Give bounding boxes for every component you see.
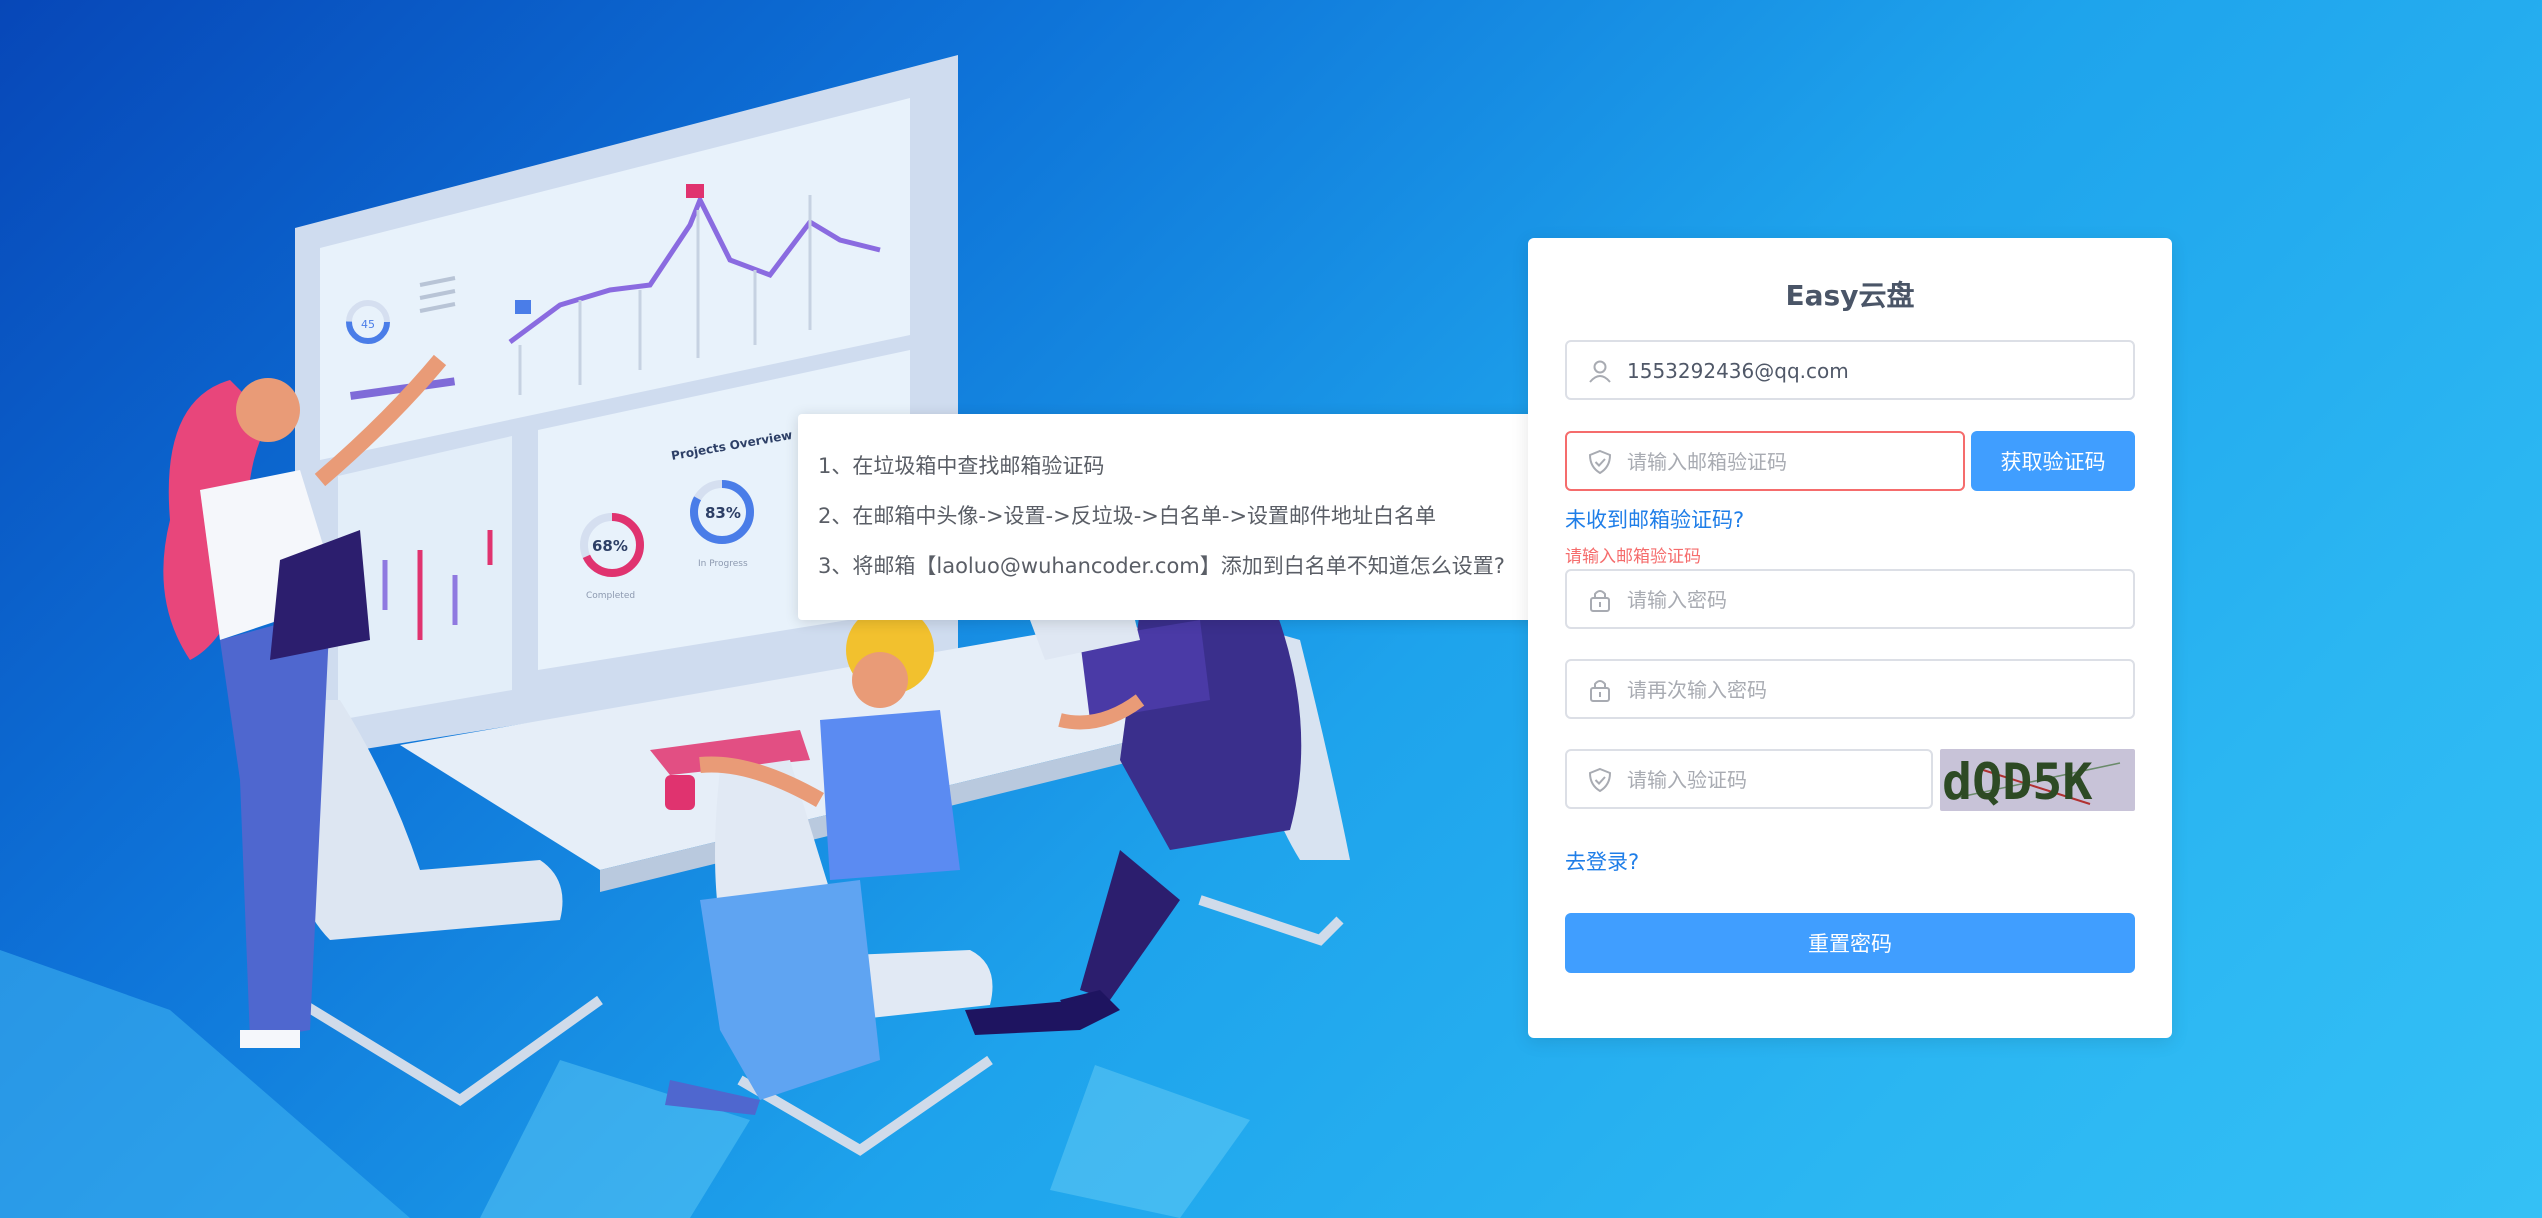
email-code-error: 请输入邮箱验证码 xyxy=(1565,547,1701,567)
captcha-input[interactable] xyxy=(1625,751,1917,809)
no-code-link[interactable]: 未收到邮箱验证码? xyxy=(1565,504,1744,534)
password-field[interactable] xyxy=(1565,569,2135,629)
donut-2-value: 83% xyxy=(705,504,741,522)
go-login-link[interactable]: 去登录? xyxy=(1565,846,1639,876)
donut-1-value: 68% xyxy=(592,537,628,555)
reset-password-card: Easy云盘 获取验证码 未收到邮箱验证码? 请输入邮箱验证码 xyxy=(1528,238,2172,1038)
password-input[interactable] xyxy=(1625,571,2119,629)
get-code-button[interactable]: 获取验证码 xyxy=(1971,431,2135,491)
donut-2-caption: In Progress xyxy=(698,559,748,569)
app-title: Easy云盘 xyxy=(1785,279,1915,312)
password-confirm-field[interactable] xyxy=(1565,659,2135,719)
email-code-input[interactable] xyxy=(1625,433,1949,491)
donut-1-caption: Completed xyxy=(586,591,635,601)
user-icon xyxy=(1589,360,1611,383)
captcha-image[interactable]: dQD5K xyxy=(1940,749,2135,811)
lock-icon xyxy=(1590,680,1610,702)
help-line-1: 1、在垃圾箱中查找邮箱验证码 xyxy=(818,454,1105,478)
gauge-value: 45 xyxy=(361,318,375,331)
email-code-help-popover: 1、在垃圾箱中查找邮箱验证码 2、在邮箱中头像->设置->反垃圾->白名单->设… xyxy=(798,414,1546,620)
lock-icon xyxy=(1590,590,1610,612)
help-line-3: 3、将邮箱【laoluo@wuhancoder.com】添加到白名单不知道怎么设… xyxy=(818,554,1505,578)
email-code-field[interactable] xyxy=(1565,431,1965,491)
help-line-2: 2、在邮箱中头像->设置->反垃圾->白名单->设置邮件地址白名单 xyxy=(818,504,1437,528)
reset-password-button[interactable]: 重置密码 xyxy=(1565,913,2135,973)
email-input[interactable] xyxy=(1625,342,2119,400)
shield-icon xyxy=(1588,449,1612,475)
shield-icon xyxy=(1588,767,1612,793)
password-confirm-input[interactable] xyxy=(1625,661,2119,719)
email-field[interactable] xyxy=(1565,340,2135,400)
captcha-text: dQD5K xyxy=(1942,753,2093,811)
captcha-field[interactable] xyxy=(1565,749,1933,809)
